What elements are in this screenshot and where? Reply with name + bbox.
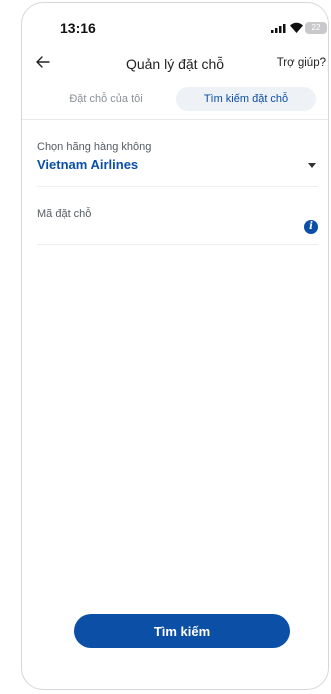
cellular-signal-icon — [271, 24, 286, 33]
tab-search-booking[interactable]: Tìm kiếm đặt chỗ — [176, 87, 316, 111]
info-icon[interactable]: i — [304, 220, 318, 234]
booking-code-label: Mã đặt chỗ — [37, 208, 92, 220]
tab-bar: Đặt chỗ của tôi Tìm kiếm đặt chỗ — [32, 87, 318, 111]
airline-value[interactable]: Vietnam Airlines — [37, 157, 138, 172]
phone-frame: 13:16 22 Quản lý đặt chỗ Trợ giúp? Đặt c… — [21, 2, 329, 690]
status-time: 13:16 — [60, 20, 96, 36]
wifi-icon — [290, 22, 303, 33]
search-button[interactable]: Tìm kiếm — [74, 614, 290, 648]
field-divider — [37, 186, 318, 187]
chevron-down-icon[interactable] — [308, 163, 316, 168]
tab-my-bookings[interactable]: Đặt chỗ của tôi — [42, 87, 170, 111]
help-link[interactable]: Trợ giúp? — [277, 57, 326, 69]
airline-label: Chọn hãng hàng không — [37, 141, 152, 153]
battery-icon: 22 — [305, 22, 327, 34]
header-divider — [22, 119, 328, 120]
status-bar: 13:16 22 — [22, 3, 328, 45]
field-divider — [37, 244, 318, 245]
app-header: Quản lý đặt chỗ Trợ giúp? — [22, 51, 328, 79]
